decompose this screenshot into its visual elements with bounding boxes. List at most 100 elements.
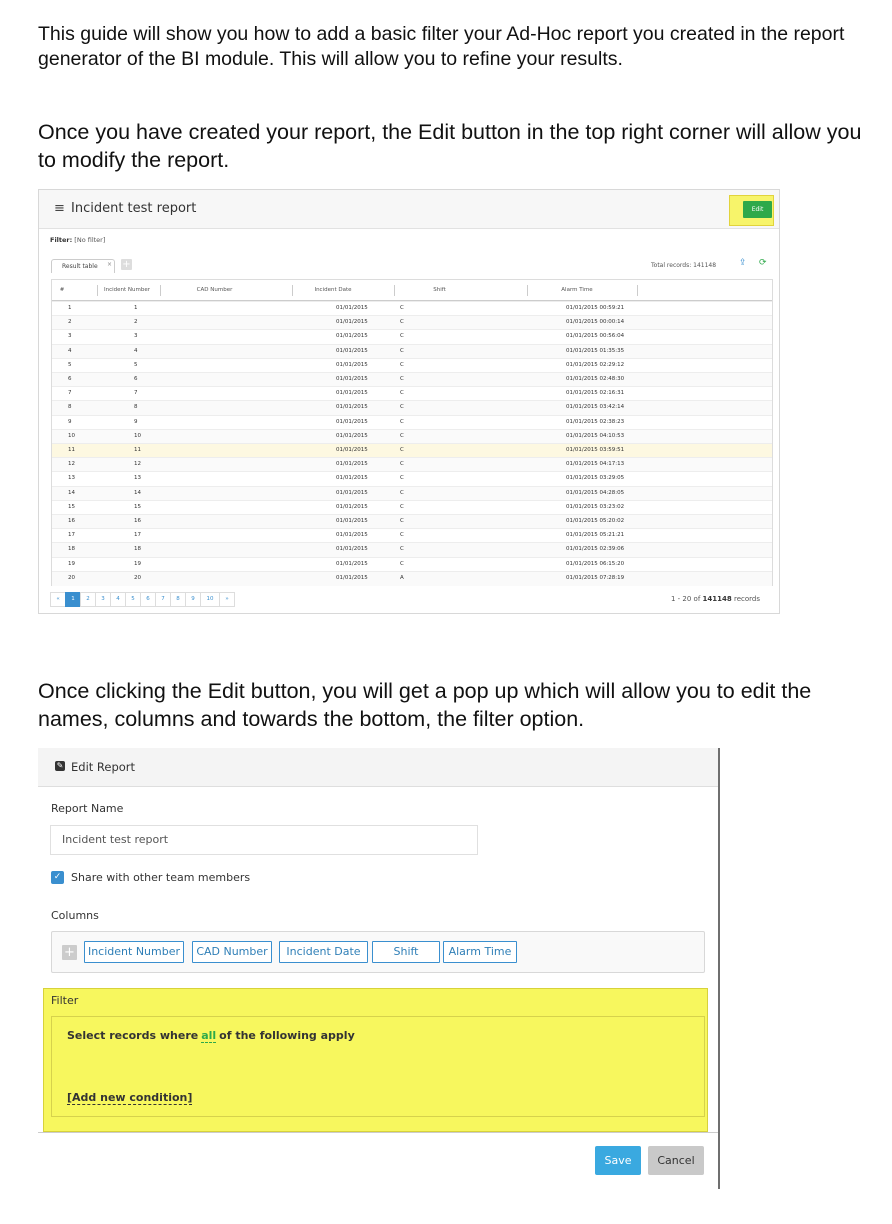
table-row[interactable]: 1 1 01/01/2015 C 01/01/2015 00:59:21 bbox=[52, 301, 772, 316]
export-icon[interactable]: ⇪ bbox=[739, 258, 747, 268]
table-cell: 13 bbox=[134, 475, 141, 482]
table-cell: 10 bbox=[68, 432, 75, 439]
table-cell: 12 bbox=[68, 461, 75, 468]
table-cell: 14 bbox=[68, 489, 75, 496]
table-cell: 18 bbox=[134, 546, 141, 553]
table-cell: 2 bbox=[134, 319, 138, 326]
table-row[interactable]: 13 13 01/01/2015 C 01/01/2015 03:29:05 bbox=[52, 471, 772, 486]
table-row[interactable]: 11 11 01/01/2015 C 01/01/2015 03:59:51 bbox=[52, 443, 772, 458]
table-cell: 01/01/2015 bbox=[336, 447, 368, 453]
table-row[interactable]: 14 14 01/01/2015 C 01/01/2015 04:28:05 bbox=[52, 485, 772, 501]
table-cell: 01/01/2015 03:29:05 bbox=[566, 475, 625, 482]
share-checkbox[interactable]: ✓ bbox=[51, 871, 64, 884]
tab-result-table[interactable]: Result table × bbox=[51, 259, 115, 273]
table-row[interactable]: 10 10 01/01/2015 C 01/01/2015 04:10:53 bbox=[52, 428, 772, 444]
page-button[interactable]: 1 bbox=[65, 592, 81, 607]
filter-match-selector[interactable]: all bbox=[201, 1029, 217, 1043]
table-cell: 4 bbox=[68, 347, 72, 354]
table-cell: 01/01/2015 04:10:53 bbox=[566, 432, 625, 439]
table-row[interactable]: 3 3 01/01/2015 C 01/01/2015 00:56:04 bbox=[52, 329, 772, 344]
columns-label: Columns bbox=[51, 909, 99, 922]
table-row[interactable]: 12 12 01/01/2015 C 01/01/2015 04:17:13 bbox=[52, 457, 772, 473]
table-row[interactable]: 5 5 01/01/2015 C 01/01/2015 02:29:12 bbox=[52, 357, 772, 373]
table-cell: 01/01/2015 bbox=[336, 475, 368, 482]
column-header[interactable]: # bbox=[52, 280, 72, 300]
page-button[interactable]: 8 bbox=[170, 592, 186, 607]
share-label: Share with other team members bbox=[71, 871, 251, 884]
table-cell: 01/01/2015 bbox=[336, 347, 368, 354]
close-icon[interactable]: × bbox=[97, 258, 112, 271]
table-cell: 01/01/2015 bbox=[336, 532, 368, 539]
table-row[interactable]: 4 4 01/01/2015 C 01/01/2015 01:35:35 bbox=[52, 343, 772, 359]
table-row[interactable]: 8 8 01/01/2015 C 01/01/2015 03:42:14 bbox=[52, 400, 772, 416]
column-chip-incident-number[interactable]: Incident Number bbox=[84, 941, 184, 963]
page-button[interactable]: » bbox=[219, 592, 235, 607]
table-cell: 01/01/2015 bbox=[336, 319, 368, 326]
table-cell: 01/01/2015 bbox=[336, 574, 368, 581]
column-header[interactable]: CAD Number bbox=[172, 280, 257, 300]
table-cell: 3 bbox=[68, 333, 72, 340]
table-row[interactable]: 17 17 01/01/2015 C 01/01/2015 05:21:21 bbox=[52, 528, 772, 543]
report-name-input[interactable]: Incident test report bbox=[50, 825, 478, 855]
column-header[interactable]: Shift bbox=[392, 280, 487, 300]
page-button[interactable]: 5 bbox=[125, 592, 141, 607]
table-cell: C bbox=[400, 347, 404, 354]
table-row[interactable]: 6 6 01/01/2015 C 01/01/2015 02:48:30 bbox=[52, 372, 772, 387]
table-cell: C bbox=[400, 404, 404, 411]
table-cell: 5 bbox=[68, 361, 72, 368]
column-chip-alarm-time[interactable]: Alarm Time bbox=[443, 941, 517, 963]
column-header[interactable]: Alarm Time bbox=[532, 280, 622, 300]
table-row[interactable]: 9 9 01/01/2015 C 01/01/2015 02:38:23 bbox=[52, 414, 772, 430]
report-header: ≡ Incident test report Edit bbox=[39, 190, 779, 229]
table-cell: C bbox=[400, 532, 404, 539]
records-range: 1 - 20 of 141148 records bbox=[671, 595, 760, 603]
column-chip-cad-number[interactable]: CAD Number bbox=[192, 941, 272, 963]
table-cell: 11 bbox=[134, 447, 141, 453]
column-chip-shift[interactable]: Shift bbox=[372, 941, 440, 963]
table-cell: 6 bbox=[134, 376, 138, 382]
table-row[interactable]: 2 2 01/01/2015 C 01/01/2015 00:00:14 bbox=[52, 315, 772, 331]
table-cell: 01/01/2015 01:35:35 bbox=[566, 347, 625, 354]
table-cell: 9 bbox=[68, 418, 72, 425]
pagination: «1 2 3 4 5 6 7 8 9 10» bbox=[50, 592, 235, 607]
table-cell: 01/01/2015 bbox=[336, 432, 368, 439]
records-range-text: 1 - 20 of bbox=[671, 595, 701, 603]
page-button[interactable]: 2 bbox=[80, 592, 96, 607]
page-button[interactable]: 7 bbox=[155, 592, 171, 607]
hamburger-menu-icon[interactable]: ≡ bbox=[54, 201, 65, 216]
add-condition-link[interactable]: [Add new condition] bbox=[67, 1091, 193, 1105]
table-cell: 01/01/2015 bbox=[336, 503, 368, 510]
table-cell: 01/01/2015 bbox=[336, 376, 368, 382]
table-cell: C bbox=[400, 333, 404, 340]
table-row[interactable]: 19 19 01/01/2015 C 01/01/2015 06:15:20 bbox=[52, 556, 772, 572]
table-row[interactable]: 18 18 01/01/2015 C 01/01/2015 02:39:06 bbox=[52, 542, 772, 558]
refresh-icon[interactable]: ⟳ bbox=[759, 258, 767, 268]
cancel-button[interactable]: Cancel bbox=[648, 1146, 704, 1175]
table-cell: 20 bbox=[134, 574, 141, 581]
save-button[interactable]: Save bbox=[595, 1146, 641, 1175]
table-cell: 7 bbox=[134, 390, 138, 397]
page-button[interactable]: 6 bbox=[140, 592, 156, 607]
table-cell: 01/01/2015 04:28:05 bbox=[566, 489, 625, 496]
column-chip-incident-date[interactable]: Incident Date bbox=[279, 941, 368, 963]
page-button[interactable]: 3 bbox=[95, 592, 111, 607]
page-button[interactable]: 4 bbox=[110, 592, 126, 607]
column-header[interactable]: Incident Number bbox=[102, 280, 152, 300]
table-cell: 01/01/2015 02:16:31 bbox=[566, 390, 625, 397]
column-separator bbox=[292, 285, 293, 296]
table-row[interactable]: 15 15 01/01/2015 C 01/01/2015 03:23:02 bbox=[52, 499, 772, 515]
table-row[interactable]: 7 7 01/01/2015 C 01/01/2015 02:16:31 bbox=[52, 386, 772, 401]
table-row[interactable]: 20 20 01/01/2015 A 01/01/2015 07:28:19 bbox=[52, 570, 772, 586]
column-separator bbox=[97, 285, 98, 296]
table-cell: 13 bbox=[68, 475, 75, 482]
filter-rule-text: Select records where all of the following … bbox=[67, 1029, 355, 1043]
table-row[interactable]: 16 16 01/01/2015 C 01/01/2015 05:20:02 bbox=[52, 514, 772, 529]
add-tab-icon[interactable]: + bbox=[121, 259, 132, 270]
filter-status: Filter: [No filter] bbox=[50, 236, 105, 244]
add-column-icon[interactable]: + bbox=[62, 945, 77, 960]
page-button[interactable]: 9 bbox=[185, 592, 201, 607]
column-header[interactable]: Incident Date bbox=[292, 280, 374, 300]
page-button[interactable]: 10 bbox=[200, 592, 220, 607]
page-button[interactable]: « bbox=[50, 592, 66, 607]
edit-button[interactable]: Edit bbox=[743, 201, 772, 218]
